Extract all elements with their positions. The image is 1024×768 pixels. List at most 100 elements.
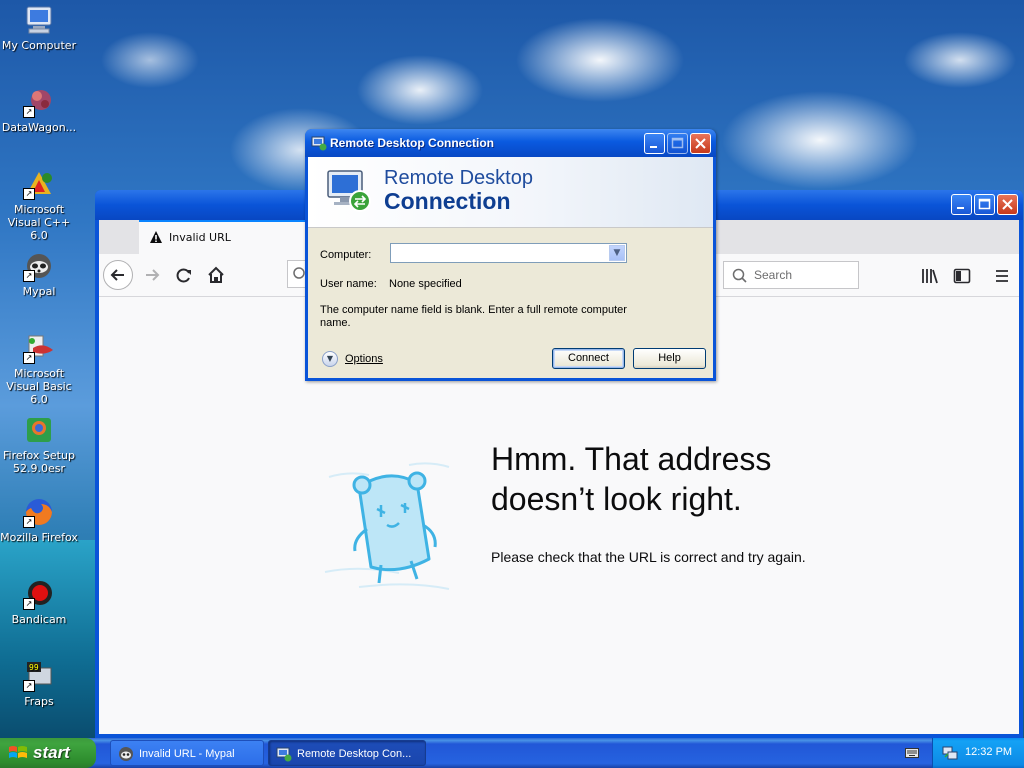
wallpaper-sea	[0, 540, 100, 738]
shortcut-arrow-icon: ↗	[23, 598, 35, 610]
forward-button[interactable]	[137, 260, 167, 290]
remote-desktop-monitor-icon	[327, 170, 371, 212]
sidebar-icon[interactable]	[952, 266, 972, 286]
connect-button[interactable]: Connect	[552, 348, 625, 369]
mypal-icon: ↗	[23, 250, 55, 282]
banner-line1: Remote Desktop	[384, 167, 533, 189]
clock: 12:32 PM	[965, 746, 1013, 758]
dialog-body: Remote Desktop Connection Computer: ▼ Us…	[308, 157, 713, 378]
back-arrow-icon	[110, 269, 124, 281]
desktop-icon-label: Mozilla Firefox	[0, 531, 78, 544]
minimize-button[interactable]	[951, 194, 972, 215]
tab-title: Invalid URL	[169, 231, 231, 244]
computer-icon	[23, 4, 55, 36]
library-icon[interactable]	[920, 266, 940, 286]
desktop-icon-mypal[interactable]: ↗ Mypal	[0, 250, 78, 298]
taskbar-item-mypal[interactable]: Invalid URL - Mypal	[110, 740, 264, 766]
desktop-icon-label: My Computer	[1, 39, 77, 52]
home-button[interactable]	[201, 260, 231, 290]
desktop-icon-label: Microsoft Visual Basic 6.0	[6, 367, 72, 406]
search-input[interactable]: Search	[723, 261, 859, 289]
bandicam-icon: ↗	[23, 578, 55, 610]
desktop-icon-datawagon[interactable]: ↗ DataWagon...	[0, 86, 78, 134]
taskbar-item-label: Invalid URL - Mypal	[139, 748, 235, 760]
taskbar-item-label: Remote Desktop Con...	[297, 748, 412, 760]
back-button[interactable]	[103, 260, 133, 290]
search-icon	[732, 268, 747, 283]
error-title: Hmm. That address doesn’t look right.	[491, 441, 772, 517]
keyboard-icon[interactable]	[905, 747, 919, 759]
desktop-icon-mozilla-firefox[interactable]: ↗ Mozilla Firefox	[0, 496, 78, 544]
desktop-icon-ms-visual-cpp[interactable]: ↗ Microsoft Visual C++ 6.0	[0, 168, 78, 242]
error-description: Please check that the URL is correct and…	[491, 549, 806, 565]
dialog-titlebar[interactable]: Remote Desktop Connection	[305, 129, 716, 157]
desktop-icon-my-computer[interactable]: My Computer	[0, 4, 78, 52]
close-button[interactable]	[997, 194, 1018, 215]
mypal-icon	[119, 747, 133, 761]
options-link[interactable]: Options	[345, 353, 383, 365]
desktop-icon-fraps[interactable]: 99 ↗ Fraps	[0, 660, 78, 708]
start-button[interactable]: start	[0, 738, 96, 768]
reload-button[interactable]	[169, 260, 199, 290]
network-icon[interactable]	[942, 745, 958, 761]
remote-desktop-icon	[311, 136, 327, 151]
dialog-close-button[interactable]	[690, 133, 711, 154]
menu-icon[interactable]	[992, 266, 1012, 286]
shortcut-arrow-icon: ↗	[23, 188, 35, 200]
shortcut-arrow-icon: ↗	[23, 352, 35, 364]
minimize-icon	[957, 207, 964, 209]
dialog-maximize-button	[667, 133, 688, 154]
taskbar-item-remote-desktop[interactable]: Remote Desktop Con...	[268, 740, 426, 766]
username-label: User name:	[320, 278, 377, 290]
visual-basic-icon: ↗	[23, 332, 55, 364]
shortcut-arrow-icon: ↗	[23, 516, 35, 528]
username-value: None specified	[389, 278, 462, 290]
expand-options-icon[interactable]: ▼	[322, 351, 338, 367]
maximize-icon	[978, 198, 991, 210]
computer-label: Computer:	[320, 249, 372, 261]
desktop-icon-label: Bandicam	[11, 613, 67, 626]
shortcut-arrow-icon: ↗	[23, 680, 35, 692]
minimize-icon	[650, 146, 657, 148]
system-tray: 12:32 PM	[932, 738, 1024, 768]
dialog-title: Remote Desktop Connection	[330, 136, 495, 150]
close-icon	[695, 138, 706, 149]
banner-line2: Connection	[384, 188, 511, 214]
desktop: My Computer ↗ DataWagon... ↗ Microsoft V…	[0, 0, 1024, 738]
search-placeholder: Search	[754, 268, 793, 282]
desktop-icon-label: Mypal	[22, 285, 56, 298]
installer-icon	[23, 414, 55, 446]
maximize-button[interactable]	[974, 194, 995, 215]
remote-desktop-dialog: Remote Desktop Connection Remote Desktop…	[305, 129, 716, 381]
visual-cpp-icon: ↗	[23, 168, 55, 200]
desktop-icon-firefox-setup[interactable]: Firefox Setup 52.9.0esr	[0, 414, 78, 475]
chevron-down-icon[interactable]: ▼	[609, 245, 625, 261]
maximize-icon	[671, 137, 684, 149]
desktop-icon-label: Microsoft Visual C++ 6.0	[7, 203, 71, 242]
tab-invalid-url[interactable]: Invalid URL	[139, 220, 319, 254]
datawagon-icon: ↗	[23, 86, 55, 118]
windows-flag-icon	[9, 746, 27, 758]
shortcut-arrow-icon: ↗	[23, 106, 35, 118]
close-icon	[1002, 199, 1013, 210]
desktop-icon-label: Fraps	[24, 695, 54, 708]
help-button[interactable]: Help	[633, 348, 706, 369]
reload-icon	[176, 268, 191, 283]
home-icon	[208, 266, 224, 283]
computer-combobox[interactable]: ▼	[390, 243, 627, 263]
status-message: The computer name field is blank. Enter …	[320, 304, 627, 329]
firefox-icon: ↗	[23, 496, 55, 528]
warning-icon	[150, 231, 162, 243]
confused-critter-illustration	[324, 462, 450, 590]
shortcut-arrow-icon: ↗	[23, 270, 35, 282]
taskbar: start Invalid URL - Mypal Remote Desktop…	[0, 738, 1024, 768]
remote-desktop-icon	[276, 747, 292, 762]
start-label: start	[33, 743, 70, 762]
dialog-minimize-button[interactable]	[644, 133, 665, 154]
dialog-banner: Remote Desktop Connection	[308, 157, 713, 228]
desktop-icon-label: DataWagon...	[1, 121, 77, 134]
forward-arrow-icon	[146, 269, 160, 281]
desktop-icon-bandicam[interactable]: ↗ Bandicam	[0, 578, 78, 626]
desktop-icon-ms-visual-basic[interactable]: ↗ Microsoft Visual Basic 6.0	[0, 332, 78, 406]
svg-text:99: 99	[29, 663, 39, 672]
